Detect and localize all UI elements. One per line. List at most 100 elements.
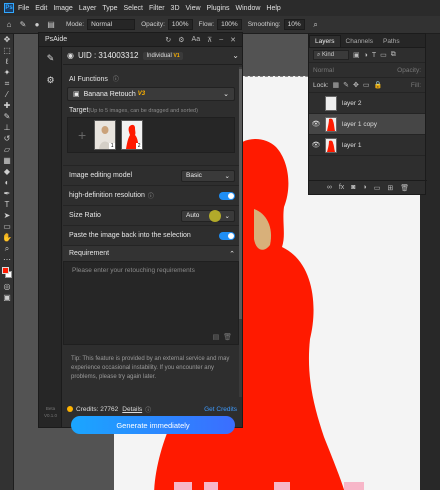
- menu-3d[interactable]: 3D: [171, 5, 180, 12]
- pixel-filter-icon[interactable]: ▣: [353, 51, 360, 59]
- close-icon[interactable]: ✕: [230, 36, 236, 44]
- menu-type[interactable]: Type: [102, 5, 117, 12]
- history-brush-tool-icon[interactable]: ↺: [0, 133, 14, 144]
- zoom-tool-icon[interactable]: ⌕: [0, 243, 14, 254]
- layer-row[interactable]: layer 2: [309, 93, 425, 114]
- smoothing-field[interactable]: 10%: [283, 19, 305, 30]
- delete-layer-icon[interactable]: 🗑: [400, 184, 409, 192]
- flow-field[interactable]: 100%: [217, 19, 242, 30]
- model-select[interactable]: Basic ⌄: [181, 169, 235, 182]
- layer-row[interactable]: 👁 layer 1 copy: [309, 114, 425, 135]
- link-layers-icon[interactable]: ∞: [327, 184, 332, 191]
- target-thumbnail-2[interactable]: 2: [121, 120, 144, 150]
- hand-tool-icon[interactable]: ✋: [0, 232, 14, 243]
- paste-toggle[interactable]: [219, 231, 235, 240]
- layer-name[interactable]: layer 1: [342, 142, 362, 149]
- refresh-icon[interactable]: ↻: [165, 36, 171, 44]
- eye-icon[interactable]: 👁: [309, 141, 323, 149]
- hd-toggle[interactable]: [219, 191, 235, 200]
- target-images-box[interactable]: + 1 2: [67, 117, 235, 153]
- psaide-scroll-area[interactable]: AI Functions ⓘ ▣ Banana Retouch V3 ⌄ Tar…: [63, 66, 239, 402]
- lock-paint-icon[interactable]: ✎: [343, 81, 349, 89]
- quick-select-tool-icon[interactable]: ✦: [0, 67, 14, 78]
- healing-tool-icon[interactable]: ✚: [0, 100, 14, 111]
- foreground-color-swatch[interactable]: [2, 267, 9, 274]
- lock-artboard-icon[interactable]: ▭: [363, 81, 370, 89]
- get-credits-link[interactable]: Get Credits: [204, 406, 237, 413]
- menu-view[interactable]: View: [186, 5, 201, 12]
- marquee-tool-icon[interactable]: ⬚: [0, 45, 14, 56]
- brush-tool-icon[interactable]: ✎: [18, 20, 28, 30]
- quick-mask-icon[interactable]: ◎: [0, 281, 14, 292]
- lasso-tool-icon[interactable]: ℓ: [0, 56, 14, 67]
- menu-select[interactable]: Select: [124, 5, 143, 12]
- menu-plugins[interactable]: Plugins: [207, 5, 230, 12]
- requirement-header[interactable]: Requirement ⌃: [63, 245, 239, 261]
- sidebar-settings-icon[interactable]: ⚙: [39, 69, 62, 91]
- minimize-icon[interactable]: –: [219, 36, 223, 43]
- brush-tool-icon[interactable]: ✎: [0, 111, 14, 122]
- tab-channels[interactable]: Channels: [341, 36, 378, 47]
- pen-tool-icon[interactable]: ✒: [0, 188, 14, 199]
- add-mask-icon[interactable]: ◙: [351, 184, 355, 191]
- home-icon[interactable]: ⌂: [4, 20, 14, 30]
- pin-icon[interactable]: ⊼: [207, 36, 212, 44]
- blur-tool-icon[interactable]: ◆: [0, 166, 14, 177]
- tab-paths[interactable]: Paths: [378, 36, 405, 47]
- more-tools-icon[interactable]: ⋯: [0, 254, 14, 265]
- menu-window[interactable]: Window: [236, 5, 261, 12]
- menu-file[interactable]: File: [18, 5, 29, 12]
- menu-help[interactable]: Help: [266, 5, 280, 12]
- ai-function-select[interactable]: ▣ Banana Retouch V3 ⌄: [67, 87, 235, 101]
- dodge-tool-icon[interactable]: ◐: [0, 177, 14, 188]
- move-tool-icon[interactable]: ✥: [0, 34, 14, 45]
- opacity-field[interactable]: 100%: [167, 19, 193, 30]
- layer-name[interactable]: layer 1 copy: [342, 121, 377, 128]
- menu-image[interactable]: Image: [53, 5, 72, 12]
- account-row[interactable]: ◉ UID : 314003312 Individual V1 ⌄: [63, 47, 243, 65]
- brush-settings-icon[interactable]: ▤: [46, 20, 56, 30]
- add-image-icon[interactable]: +: [78, 127, 86, 143]
- lock-position-icon[interactable]: ✥: [353, 81, 359, 89]
- chevron-down-icon[interactable]: ⌄: [232, 51, 239, 60]
- font-size-icon[interactable]: Aa: [192, 36, 201, 43]
- ratio-select[interactable]: Auto ⌄: [181, 209, 235, 222]
- tab-layers[interactable]: Layers: [309, 35, 341, 47]
- fx-icon[interactable]: fx: [339, 184, 344, 191]
- clear-icon[interactable]: 🗑: [223, 334, 232, 341]
- menu-layer[interactable]: Layer: [79, 5, 97, 12]
- stamp-tool-icon[interactable]: ⊥: [0, 122, 14, 133]
- mode-select[interactable]: Normal: [87, 19, 136, 30]
- target-thumbnail-1[interactable]: 1: [94, 120, 117, 150]
- settings-icon[interactable]: ⚙: [178, 36, 184, 44]
- screen-mode-icon[interactable]: ▣: [0, 292, 14, 303]
- layer-row[interactable]: 👁 layer 1: [309, 135, 425, 156]
- edit-mode-icon[interactable]: ✎: [39, 47, 62, 69]
- type-tool-icon[interactable]: T: [0, 199, 14, 210]
- menu-filter[interactable]: Filter: [149, 5, 165, 12]
- layer-name[interactable]: layer 2: [342, 100, 362, 107]
- eye-icon[interactable]: 👁: [309, 120, 323, 128]
- requirement-input[interactable]: Please enter your retouching requirement…: [63, 261, 239, 345]
- prompt-library-icon[interactable]: ▤: [213, 334, 220, 341]
- path-select-tool-icon[interactable]: ➤: [0, 210, 14, 221]
- type-filter-icon[interactable]: T: [372, 52, 376, 59]
- smart-object-filter-icon[interactable]: ⧉: [391, 51, 396, 59]
- eyedropper-tool-icon[interactable]: ⁄: [0, 89, 14, 100]
- search-icon[interactable]: ⌕: [311, 20, 321, 30]
- lock-pixels-icon[interactable]: ▦: [333, 81, 340, 89]
- color-swatches[interactable]: [0, 265, 14, 281]
- new-group-icon[interactable]: ▭: [374, 184, 381, 192]
- new-layer-icon[interactable]: ⊞: [387, 184, 393, 192]
- lock-all-icon[interactable]: 🔒: [374, 81, 383, 89]
- generate-button[interactable]: Generate immediately: [71, 416, 235, 434]
- brush-preset-icon[interactable]: ●: [32, 20, 42, 30]
- chevron-up-icon[interactable]: ⌃: [229, 250, 235, 258]
- menu-edit[interactable]: Edit: [35, 5, 47, 12]
- kind-filter-select[interactable]: ⌕ Kind: [313, 50, 349, 60]
- shape-filter-icon[interactable]: ▭: [380, 51, 387, 59]
- scrollbar-thumb[interactable]: [239, 69, 242, 319]
- adjustment-layer-icon[interactable]: ◑: [363, 184, 367, 191]
- gradient-tool-icon[interactable]: ▦: [0, 155, 14, 166]
- details-link[interactable]: Details: [122, 406, 142, 413]
